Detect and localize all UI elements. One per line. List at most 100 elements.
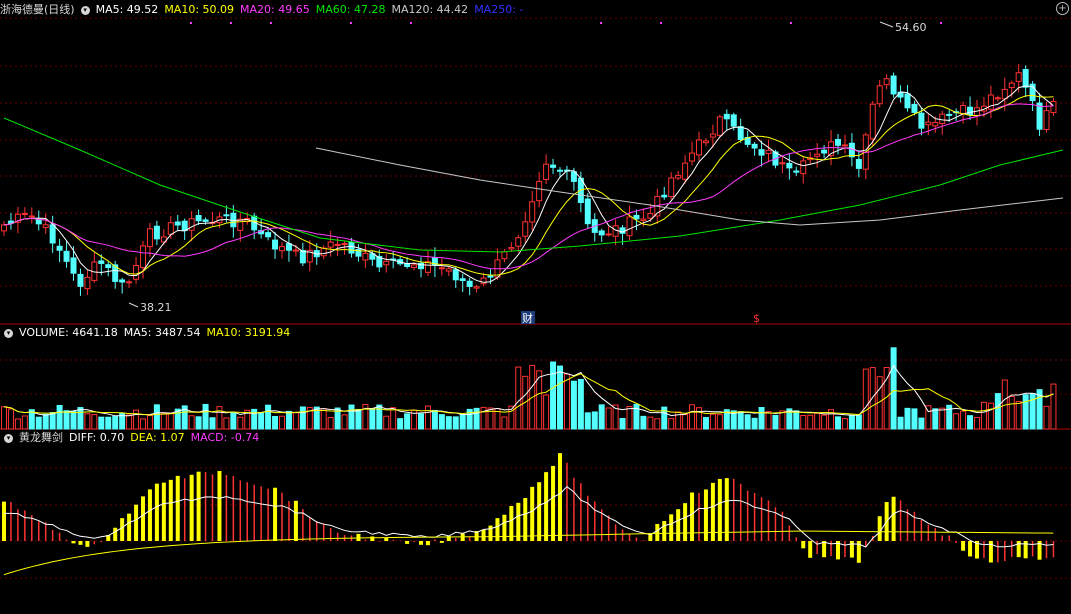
volume-bar — [272, 415, 279, 430]
volume-bar — [397, 418, 404, 430]
macd-bar — [551, 465, 556, 541]
macd-bar — [683, 503, 688, 541]
macd-bar — [830, 541, 832, 557]
event-dot — [790, 22, 792, 24]
volume-bar — [70, 410, 77, 430]
volume-bar — [967, 415, 974, 430]
candle-body — [411, 264, 418, 268]
macd-bar — [1004, 541, 1006, 562]
volume-bar — [369, 408, 376, 430]
volume-bar — [640, 415, 647, 430]
candle-body — [835, 138, 841, 146]
macd-bar — [225, 475, 228, 541]
volume-bar — [279, 415, 285, 430]
candle-body — [890, 75, 897, 95]
macd-bar — [767, 500, 770, 541]
macd-bar — [530, 486, 535, 541]
volume-bar — [737, 411, 744, 430]
macd-bar — [100, 541, 103, 543]
macd-bar — [523, 498, 528, 541]
volume-bar — [355, 408, 362, 430]
candle-body — [348, 241, 355, 254]
volume-bar — [112, 415, 119, 430]
candle-body — [779, 162, 786, 165]
candle-body — [800, 160, 807, 175]
candle-body — [925, 121, 932, 126]
volume-bar — [21, 415, 28, 430]
volume-bar — [515, 366, 522, 430]
candle-body — [466, 280, 473, 287]
candle-body — [63, 250, 70, 262]
macd-bar — [65, 539, 68, 541]
volume-bar — [821, 414, 828, 430]
candle-body — [452, 269, 459, 281]
stock-chart-window: 浙海德曼(日线) ▾ MA5: 49.52 MA10: 50.09 MA20: … — [0, 0, 1071, 614]
volume-bar — [202, 403, 209, 430]
macd-bar — [439, 541, 444, 543]
candle-body — [98, 260, 105, 264]
candle-body — [675, 174, 682, 179]
volume-bar — [570, 380, 577, 430]
volume-panel[interactable] — [1, 347, 1057, 430]
candle-body — [605, 233, 612, 236]
candle-body — [28, 215, 35, 218]
dividend-marker[interactable]: $ — [753, 312, 760, 325]
macd-bar — [260, 486, 262, 541]
volume-bar — [848, 415, 855, 430]
candle-body — [758, 149, 765, 156]
volume-bar — [1015, 401, 1022, 430]
macd-bar — [113, 527, 118, 541]
volume-bar — [758, 406, 765, 430]
candle-body — [146, 228, 153, 248]
candle-body — [709, 133, 716, 138]
volume-bar — [918, 417, 925, 430]
macd-bar — [1052, 541, 1055, 558]
volume-bar — [160, 413, 167, 430]
macd-bar — [2, 501, 6, 541]
macd-panel[interactable] — [2, 453, 1055, 576]
macd-bar — [239, 480, 242, 541]
macd-bar — [655, 523, 660, 541]
dea-line — [3, 530, 1054, 576]
candle-body — [77, 273, 84, 287]
price-panel[interactable] — [1, 21, 1064, 308]
candle-body — [730, 114, 737, 127]
macd-bar — [788, 525, 791, 541]
volume-bar — [1050, 383, 1057, 430]
macd-bar — [662, 521, 667, 541]
macd-bar — [566, 462, 568, 541]
macd-bar — [1031, 541, 1034, 557]
candle-body — [814, 153, 821, 157]
candle-body — [174, 221, 181, 226]
event-dot — [600, 22, 602, 24]
macd-bar — [51, 530, 54, 541]
macd-bar — [1011, 541, 1013, 557]
macd-bar — [607, 515, 610, 541]
macd-bar — [760, 497, 763, 541]
macd-bar — [336, 532, 339, 541]
volume-bar — [793, 410, 800, 430]
volume-bar — [341, 414, 348, 430]
macd-bar — [997, 541, 999, 563]
event-dot — [940, 22, 942, 24]
macd-bar — [703, 489, 708, 541]
chart-canvas[interactable]: 54.60 38.21 财 $ — [0, 0, 1071, 614]
volume-bar — [452, 416, 459, 430]
macd-bar — [419, 541, 423, 545]
annotations: 54.60 38.21 财 $ — [140, 21, 927, 325]
candle-body — [272, 239, 279, 250]
volume-bar — [348, 404, 355, 430]
macd-bar — [168, 479, 173, 541]
volume-bar — [702, 417, 709, 430]
candle-body — [438, 267, 445, 270]
low-price-label: 38.21 — [140, 301, 172, 314]
macd-bar — [733, 478, 735, 541]
macd-bar — [516, 502, 521, 541]
candle-body — [105, 264, 112, 269]
volume-bar — [987, 402, 994, 430]
volume-bar — [960, 410, 967, 430]
volume-bar — [258, 412, 265, 430]
macd-bar — [698, 492, 700, 541]
macd-bar — [378, 541, 381, 542]
financial-report-marker[interactable]: 财 — [522, 311, 533, 325]
